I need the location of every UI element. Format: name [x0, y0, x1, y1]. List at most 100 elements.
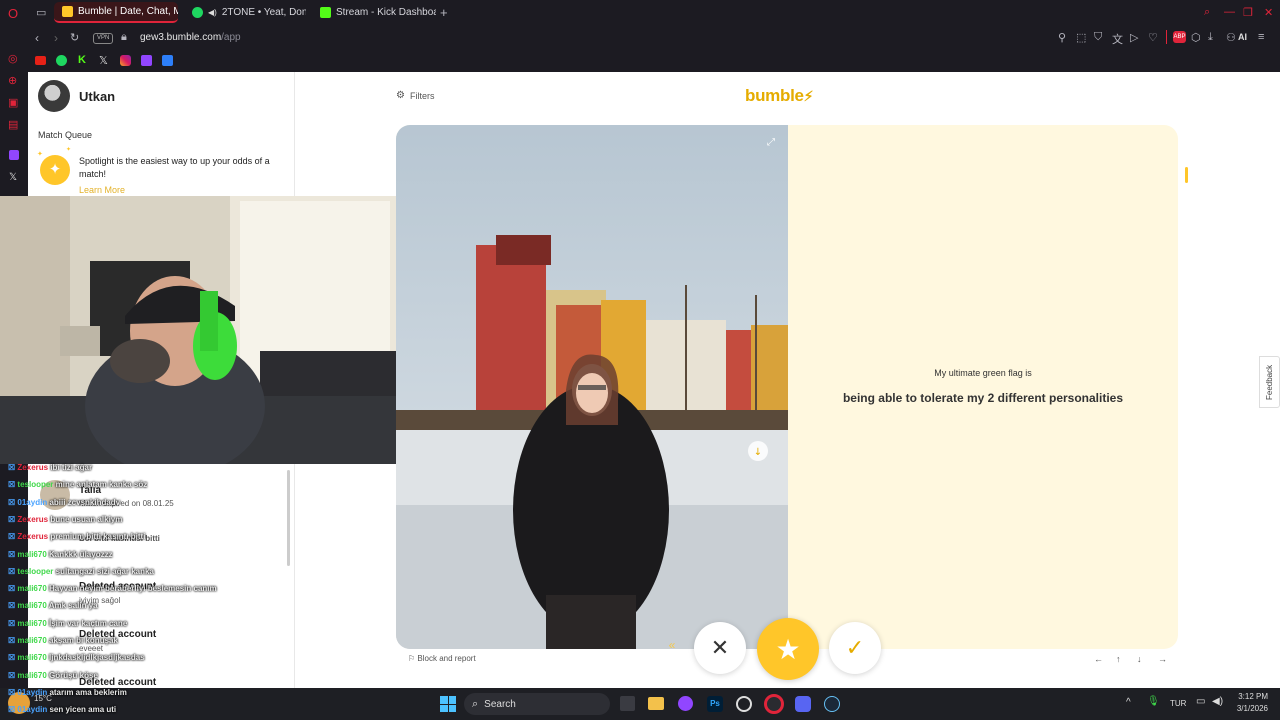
microphone-icon[interactable]: 🎙︎ [1147, 696, 1160, 707]
tab-spotify[interactable]: ◀) 2TONE • Yeat, Don To [184, 2, 306, 23]
account-icon[interactable]: ⚇ [1226, 31, 1236, 44]
chat-username: teslooper [17, 480, 54, 490]
superswipe-button[interactable]: ★ [757, 618, 819, 680]
reload-icon[interactable]: ↻ [70, 31, 79, 44]
workspaces-icon[interactable]: ▭ [36, 6, 46, 19]
learn-more-link[interactable]: Learn More [79, 185, 125, 195]
maximize-icon[interactable]: ❐ [1243, 6, 1253, 19]
sidebar-workspace-icon[interactable]: ⊕ [8, 74, 17, 87]
backtrack-button[interactable]: « [660, 638, 684, 658]
kick-icon[interactable]: K [78, 54, 86, 66]
chat-badge-icon: ☒ [8, 514, 18, 524]
chat-badge-icon: ☒ [8, 549, 18, 559]
aria-ai-button[interactable]: AI [1238, 32, 1247, 42]
heart-icon[interactable]: ♡ [1148, 31, 1158, 44]
bumble-logo[interactable]: bumble⚡︎ [745, 86, 813, 106]
sidebar-messenger-icon[interactable]: ▣ [8, 96, 18, 109]
opera-logo-icon[interactable]: O [8, 6, 18, 21]
sidebar-aria-icon[interactable]: ◎ [8, 52, 18, 65]
sidebar-x-icon[interactable]: 𝕏 [9, 172, 17, 183]
divider [1166, 30, 1167, 44]
spotify-favicon-icon [192, 7, 203, 18]
x-twitter-icon[interactable]: 𝕏 [99, 54, 108, 67]
translate-icon[interactable]: 文 [1112, 31, 1123, 47]
close-icon: ✕ [710, 635, 730, 660]
forward-icon[interactable]: › [54, 31, 58, 45]
avatar[interactable] [38, 80, 70, 112]
language-indicator[interactable]: TUR [1170, 699, 1186, 708]
discord-icon[interactable] [795, 696, 811, 712]
spotlight-text: Spotlight is the easiest way to up your … [79, 156, 270, 179]
youtube-icon[interactable] [35, 56, 46, 65]
taskbar-search[interactable]: ⌕ Search [464, 693, 610, 715]
chat-text: bune usuan alkiym [50, 514, 123, 524]
back-icon[interactable]: ‹ [35, 31, 39, 45]
chat-badge-icon: ☒ [8, 653, 18, 663]
new-tab-button[interactable]: + [440, 5, 448, 20]
send-icon[interactable]: ▷ [1130, 31, 1138, 44]
lock-icon: 🔒︎ [121, 31, 127, 43]
close-window-icon[interactable]: ✕ [1264, 6, 1273, 19]
chat-message: ☒ teslooper sultangazi sizi ağar kanka [8, 567, 154, 584]
photoshop-icon[interactable]: Ps [707, 696, 723, 712]
speaker-icon: ◀) [208, 8, 217, 17]
clock-date[interactable]: 3/1/2026 [1228, 704, 1268, 713]
twitch-icon[interactable] [141, 55, 152, 66]
extensions-icon[interactable]: ⬡ [1191, 31, 1201, 44]
tab-kick[interactable]: Stream - Kick Dashboard [312, 2, 436, 23]
snapshot-icon[interactable]: ⬚ [1076, 31, 1086, 44]
pass-button[interactable]: ✕ [694, 622, 746, 674]
adblock-icon[interactable]: ABP [1173, 31, 1186, 43]
chat-text: premium bitti kasıntı bitti [50, 532, 146, 542]
filters-button[interactable]: ⚙ Filters [396, 90, 434, 101]
block-report-link[interactable]: ⚐ Block and report [408, 654, 476, 663]
feedback-tab[interactable]: Feedback [1259, 356, 1280, 408]
chat-message: ☒ 01aydin sen yicen ama uti [8, 705, 116, 720]
chat-text: abiii zcvsnkihdadv [49, 497, 121, 507]
key-left-hint: ← [1094, 654, 1103, 664]
sidebar-twitch-icon[interactable] [9, 150, 19, 160]
menu-icon[interactable]: ≡ [1258, 31, 1264, 43]
app-icon[interactable] [678, 696, 693, 711]
shield-icon[interactable]: ⛉ [1094, 31, 1102, 44]
spotify-icon[interactable] [56, 55, 67, 66]
opera-taskbar-icon[interactable] [764, 694, 784, 714]
search-tabs-icon[interactable]: ⌕ [1204, 6, 1210, 19]
chat-username: 01aydin [17, 687, 48, 697]
file-explorer-icon[interactable] [648, 697, 664, 710]
task-view-icon[interactable] [620, 696, 635, 711]
chat-username: teslooper [17, 566, 54, 576]
conversation-scrollbar[interactable] [287, 470, 290, 566]
sparkle-icon: ✦ [37, 151, 43, 158]
sidebar-music-icon[interactable]: ▤ [8, 118, 18, 131]
minimize-icon[interactable]: — [1224, 6, 1235, 18]
mail-icon[interactable] [162, 55, 173, 66]
tab-bumble[interactable]: Bumble | Date, Chat, Meet [54, 2, 178, 23]
network-icon[interactable]: ▭ [1196, 696, 1205, 707]
app-icon[interactable] [736, 696, 752, 712]
taskbar [0, 688, 1280, 720]
url-field[interactable]: gew3.bumble.com/app [140, 32, 241, 43]
card-scrollbar[interactable] [1185, 167, 1188, 183]
chat-username: mali670 [17, 618, 47, 628]
chat-username: 01aydin [17, 705, 48, 715]
instagram-icon[interactable] [120, 55, 131, 66]
profile-name[interactable]: Utkan [79, 89, 115, 104]
volume-icon[interactable]: ◀) [1212, 696, 1223, 707]
pin-icon[interactable]: ⚲ [1058, 31, 1066, 44]
profile-photo[interactable]: ↓ ⤢ [396, 125, 788, 649]
vpn-badge[interactable]: VPN [93, 33, 114, 44]
chat-badge-icon: ☒ [8, 601, 18, 611]
like-button[interactable]: ✓ [829, 622, 881, 674]
chat-badge-icon: ☒ [8, 687, 18, 697]
chat-username: mali670 [17, 549, 47, 559]
windows-start-icon[interactable] [440, 696, 456, 712]
chat-badge-icon: ☒ [8, 636, 18, 645]
chat-username: mali670 [17, 601, 47, 611]
sparkle-icon: ✦ [66, 147, 72, 153]
tray-chevron-icon[interactable]: ^ [1126, 697, 1131, 708]
clock-time[interactable]: 3:12 PM [1234, 692, 1268, 701]
steam-icon[interactable] [824, 696, 840, 712]
download-icon[interactable]: ⤓ [1208, 31, 1213, 44]
chat-text: Hayvan neyim beraberliyı beslemesin canı… [49, 584, 217, 594]
